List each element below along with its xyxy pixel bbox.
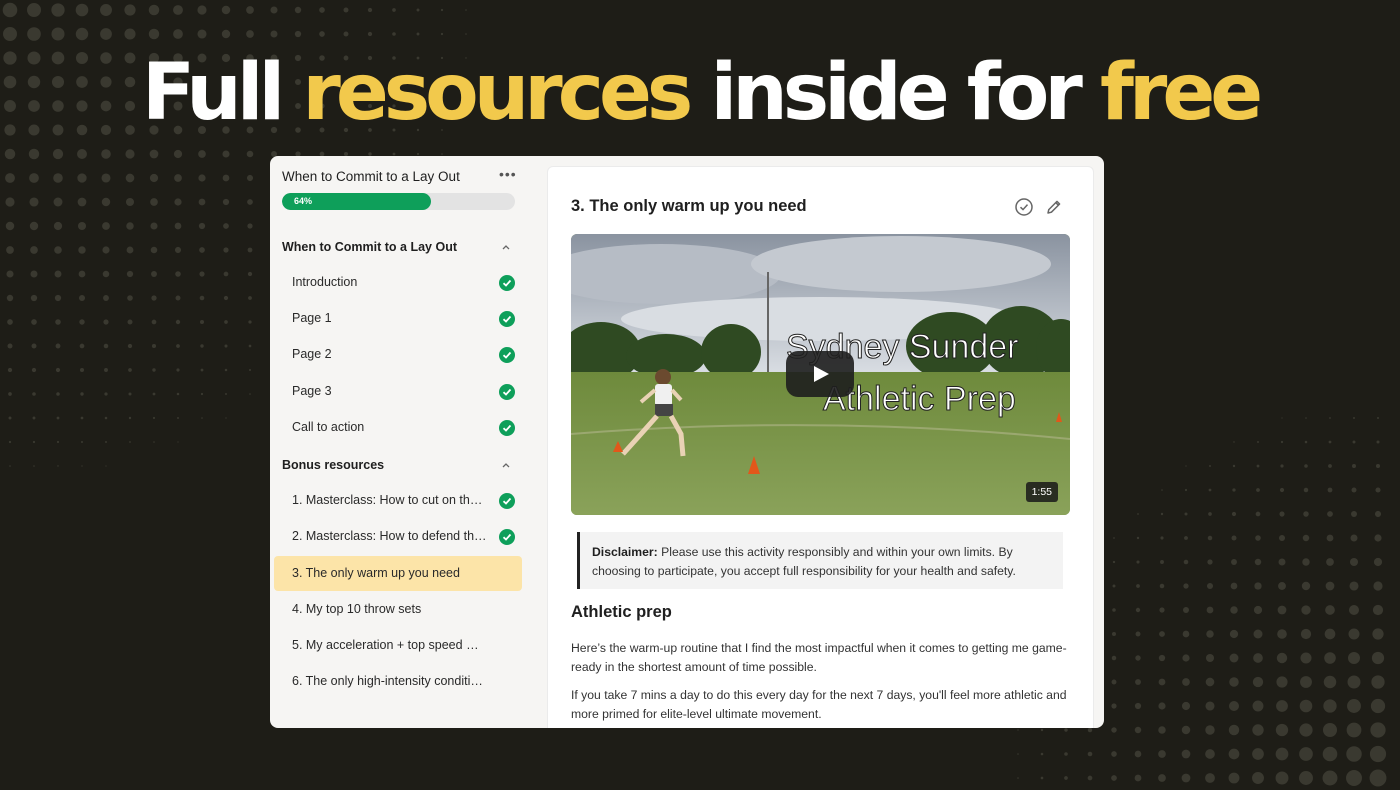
sidebar-item-bonus-1[interactable]: 1. Masterclass: How to cut on the … <box>274 483 522 518</box>
check-circle-icon <box>499 529 515 545</box>
sidebar-item-page-1[interactable]: Page 1 <box>274 301 522 336</box>
check-circle-icon <box>499 420 515 436</box>
sidebar-item-bonus-2[interactable]: 2. Masterclass: How to defend the… <box>274 519 522 554</box>
sidebar-item-label: 6. The only high-intensity conditioning … <box>292 674 487 688</box>
sidebar-item-bonus-5[interactable]: 5. My acceleration + top speed workout <box>274 628 522 663</box>
pencil-icon[interactable] <box>1044 197 1064 217</box>
headline-part-1: Full <box>141 48 303 138</box>
sidebar-item-label: 2. Masterclass: How to defend the… <box>292 529 487 543</box>
progress-bar: 64% <box>282 193 515 210</box>
sidebar-item-bonus-3-active[interactable]: 3. The only warm up you need <box>274 556 522 591</box>
sidebar-item-label: 3. The only warm up you need <box>292 566 460 580</box>
chevron-up-icon[interactable] <box>500 459 512 471</box>
course-title: When to Commit to a Lay Out <box>282 169 460 184</box>
more-horizontal-icon[interactable]: ••• <box>499 166 517 182</box>
disclaimer-label: Disclaimer: <box>592 545 658 559</box>
headline-highlight-resources: resources <box>302 48 693 138</box>
sidebar-item-bonus-4[interactable]: 4. My top 10 throw sets <box>274 592 522 627</box>
disclaimer-callout: Disclaimer: Please use this activity res… <box>577 532 1063 589</box>
chevron-up-icon[interactable] <box>500 241 512 253</box>
sidebar-item-label: 1. Masterclass: How to cut on the … <box>292 493 487 507</box>
course-window: When to Commit to a Lay Out ••• 64% When… <box>270 156 1104 728</box>
check-circle-icon <box>499 275 515 291</box>
sidebar-item-introduction[interactable]: Introduction <box>274 265 522 300</box>
section-header-bonus[interactable]: Bonus resources <box>282 458 384 472</box>
sidebar-item-page-2[interactable]: Page 2 <box>274 337 522 372</box>
sidebar-item-page-3[interactable]: Page 3 <box>274 374 522 409</box>
progress-label: 64% <box>294 196 313 206</box>
sidebar-item-label: Call to action <box>292 420 365 434</box>
check-circle-icon <box>499 493 515 509</box>
video-player[interactable]: Sydney Sunder Athletic Prep 1:55 <box>571 234 1070 515</box>
play-icon <box>814 366 829 382</box>
headline-highlight-free: free <box>1099 48 1263 138</box>
paragraph-2: If you take 7 mins a day to do this ever… <box>571 688 1067 721</box>
check-circle-icon <box>499 347 515 363</box>
lesson-title: 3. The only warm up you need <box>571 197 807 215</box>
sidebar-item-bonus-6[interactable]: 6. The only high-intensity conditioning … <box>274 664 522 699</box>
check-circle-icon <box>499 384 515 400</box>
sidebar-item-call-to-action[interactable]: Call to action <box>274 410 522 445</box>
sidebar-item-label: Page 3 <box>292 384 332 398</box>
section-title: Athletic prep <box>571 603 672 621</box>
video-duration: 1:55 <box>1025 482 1058 502</box>
course-sidebar: When to Commit to a Lay Out ••• 64% When… <box>270 156 532 728</box>
sidebar-item-label: Page 1 <box>292 311 332 325</box>
headline-part-3: inside for <box>688 48 1100 138</box>
headline: Full resources inside for free <box>0 48 1400 138</box>
sidebar-item-label: 4. My top 10 throw sets <box>292 602 422 616</box>
check-circle-outline-icon[interactable] <box>1014 197 1034 217</box>
play-button[interactable] <box>786 351 854 397</box>
sidebar-item-label: 5. My acceleration + top speed workout <box>292 638 487 652</box>
section-header-main[interactable]: When to Commit to a Lay Out <box>282 240 457 254</box>
lesson-content: 3. The only warm up you need Sydney Sund… <box>547 166 1094 728</box>
paragraph-1: Here’s the warm-up routine that I find t… <box>571 641 1067 674</box>
sidebar-item-label: Page 2 <box>292 347 332 361</box>
sidebar-item-label: Introduction <box>292 275 358 289</box>
check-circle-icon <box>499 311 515 327</box>
